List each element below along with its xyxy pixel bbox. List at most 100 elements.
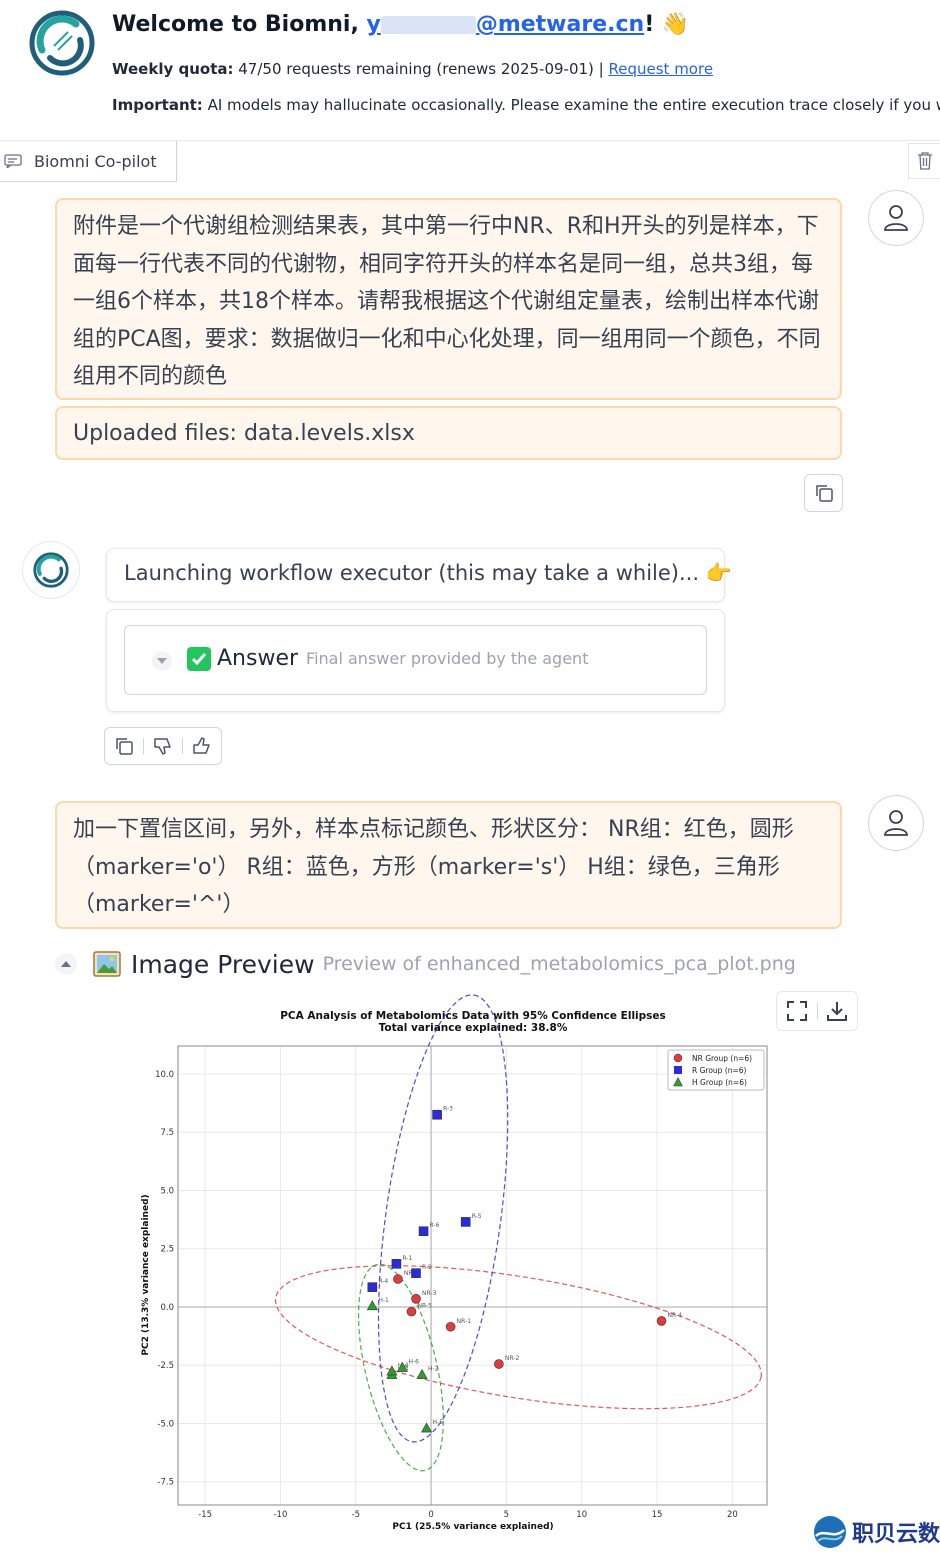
x-tick-label: 15 [652, 1510, 663, 1520]
answer-header: Answer Final answer provided by the agen… [187, 646, 588, 671]
answer-title: Answer [217, 646, 299, 671]
request-more-link[interactable]: Request more [609, 60, 714, 78]
data-point [460, 1217, 471, 1227]
download-button[interactable] [817, 992, 857, 1030]
data-point [416, 1368, 428, 1379]
data-point [432, 1109, 442, 1120]
point-label: H-5 [433, 1419, 444, 1426]
user-icon [884, 205, 908, 231]
thumbs-down-icon [154, 738, 171, 755]
fullscreen-button[interactable] [777, 992, 817, 1030]
email-end: @metware.cn [475, 12, 645, 37]
image-preview-subtitle: Preview of enhanced_metabolomics_pca_plo… [322, 953, 796, 975]
y-tick-label: 5.0 [160, 1186, 174, 1196]
point-label: H-2 [428, 1366, 439, 1373]
y-tick-label: 10.0 [155, 1070, 174, 1080]
data-point [411, 1268, 421, 1278]
data-points: NR-1NR-2NR-3NR-4NR-5NR-6R-1R-2R-3R-4R-5R… [366, 1106, 683, 1433]
data-point [386, 1365, 398, 1376]
tab-label: Biomni Co-pilot [34, 151, 157, 171]
bot-status-message: Launching workflow executor (this may ta… [106, 548, 732, 602]
data-point [445, 1321, 456, 1332]
confidence-ellipse [377, 994, 509, 1443]
legend-label: NR Group (n=6) [692, 1054, 752, 1063]
copy-message-button[interactable] [804, 474, 843, 512]
legend-marker [673, 1053, 683, 1063]
tab-biomni-copilot[interactable]: Biomni Co-pilot [0, 141, 177, 182]
pca-plot: PCA Analysis of Metabolomics Data with 9… [90, 994, 860, 1542]
y-tick-label: -2.5 [157, 1361, 174, 1371]
point-label: NR-1 [457, 1318, 472, 1325]
point-label: H-1 [378, 1297, 389, 1304]
answer-collapsible[interactable]: Answer Final answer provided by the agen… [124, 625, 707, 695]
user-message-1: 附件是一个代谢组检测结果表，其中第一行中NR、R和H开头的列是样本，下面每一行代… [55, 198, 842, 400]
x-tick-label: 10 [576, 1510, 587, 1520]
image-preview-header: Image Preview Preview of enhanced_metabo… [55, 948, 796, 980]
chevron-up-icon [61, 961, 71, 967]
important-label: Important: [112, 96, 203, 114]
y-tick-label: -5.0 [157, 1419, 174, 1429]
thumbs-up-button[interactable] [183, 728, 221, 764]
x-tick-label: -15 [198, 1510, 212, 1520]
axis-ticks: -15 -10 -5 0 5 10 15 20 -7.5 -5.0 -2.5 0.0 2.5 5.0 7.5… [155, 1070, 738, 1520]
download-icon [827, 1002, 848, 1021]
x-tick-label: 20 [727, 1510, 738, 1520]
chart-title: PCA Analysis of Metabolomics Data with 9… [280, 1010, 666, 1022]
answer-container: Answer Final answer provided by the agen… [106, 609, 725, 712]
fullscreen-icon [786, 1001, 807, 1021]
data-point [367, 1282, 378, 1292]
legend-label: H Group (n=6) [692, 1078, 747, 1087]
watermark-logo-icon [814, 1516, 846, 1548]
chat-icon [4, 154, 22, 168]
point-label: R-3 [443, 1106, 453, 1113]
data-point [418, 1226, 429, 1237]
important-notice: Important: AI models may hallucinate occ… [112, 96, 940, 114]
welcome-prefix: Welcome to Biomni, [112, 12, 367, 37]
grid-lines [178, 1046, 767, 1505]
email-start: y [366, 12, 381, 37]
chart-legend: NR Group (n=6) R Group (n=6) H Group (n=6) [667, 1049, 765, 1091]
data-point [393, 1274, 403, 1284]
y-axis-label: PC2 (13.3% variance explained) [141, 1194, 151, 1355]
bot-status-text: Launching workflow executor (this may ta… [124, 561, 732, 585]
important-text: AI models may hallucinate occasionally. … [202, 96, 940, 114]
thumbs-up-icon [193, 737, 210, 754]
data-point [656, 1316, 667, 1326]
data-point [366, 1300, 378, 1311]
copy-answer-button[interactable] [105, 728, 143, 764]
user-message-1-text: 附件是一个代谢组检测结果表，其中第一行中NR、R和H开头的列是样本，下面每一行代… [73, 214, 821, 389]
welcome-suffix: ! 👋 [644, 12, 690, 37]
plot-area-frame [177, 1045, 768, 1506]
point-label: NR-2 [505, 1355, 520, 1362]
point-label: R-4 [378, 1278, 388, 1285]
uploaded-files-text: Uploaded files: data.levels.xlsx [73, 421, 415, 446]
welcome-heading: Welcome to Biomni, y @metware.cn! 👋 [112, 12, 689, 37]
x-tick-label: -10 [273, 1510, 287, 1520]
legend-label: R Group (n=6) [692, 1066, 747, 1075]
point-label: R-2 [422, 1264, 432, 1271]
x-tick-label: 0 [428, 1510, 433, 1520]
point-label: R-5 [472, 1213, 482, 1220]
expand-answer-toggle[interactable] [152, 651, 172, 671]
message-actions [104, 727, 222, 765]
user-icon [884, 810, 908, 836]
email-redaction [380, 16, 476, 34]
y-tick-label: -7.5 [157, 1478, 174, 1488]
quota-label: Weekly quota: [112, 60, 234, 78]
point-label: R-1 [402, 1255, 412, 1262]
delete-chat-button[interactable] [908, 143, 940, 179]
tab-bar: Biomni Co-pilot [0, 140, 940, 182]
thumbs-down-button[interactable] [144, 728, 182, 764]
data-point [421, 1422, 433, 1433]
checkmark-icon [187, 646, 211, 671]
x-axis-label: PC1 (25.5% variance explained) [392, 1522, 553, 1532]
user-email-link[interactable]: y @metware.cn [366, 12, 644, 37]
answer-subtitle: Final answer provided by the agent [306, 649, 589, 668]
x-tick-label: 5 [504, 1510, 509, 1520]
confidence-ellipse [274, 1265, 762, 1410]
chart-subtitle: Total variance explained: 38.8% [379, 1022, 568, 1034]
point-label: H-6 [408, 1359, 419, 1366]
point-label: NR-4 [668, 1312, 683, 1319]
biomni-logo [29, 10, 95, 76]
collapse-preview-toggle[interactable] [55, 953, 77, 975]
